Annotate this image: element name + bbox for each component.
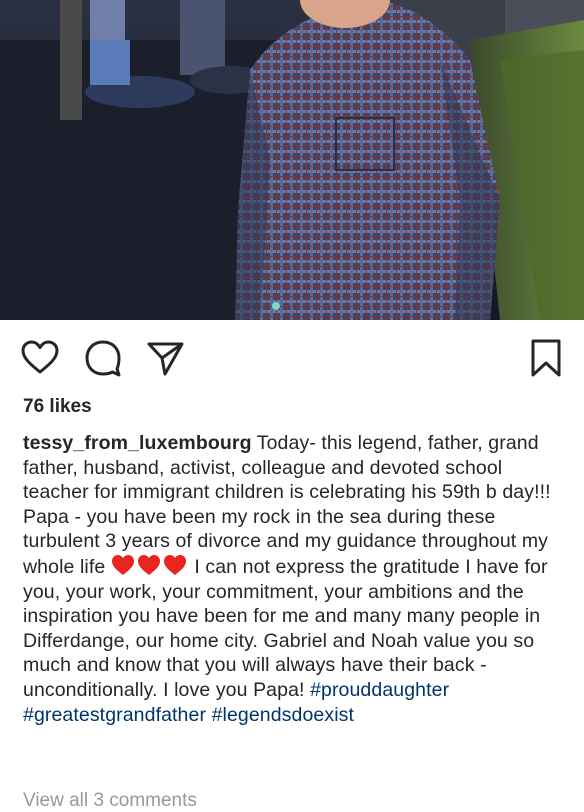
heart-emoji-group — [111, 554, 189, 578]
bookmark-outline-icon[interactable] — [526, 338, 566, 378]
likes-count[interactable]: 76 likes — [23, 396, 92, 418]
red-heart-emoji-icon — [163, 554, 186, 575]
hashtag-link[interactable]: #legendsdoexist — [212, 704, 354, 726]
caption-username[interactable]: tessy_from_luxembourg — [23, 432, 252, 454]
photo-illustration — [0, 0, 584, 320]
paper-plane-icon[interactable] — [145, 338, 185, 378]
post-action-bar — [0, 320, 584, 392]
view-all-comments-link[interactable]: View all 3 comments — [23, 790, 197, 812]
post-photo[interactable] — [0, 0, 584, 320]
red-heart-emoji-icon — [137, 554, 160, 575]
red-heart-emoji-icon — [111, 554, 134, 575]
hashtag-link[interactable]: #greatestgrandfather — [23, 704, 206, 726]
post-caption: tessy_from_luxembourg Today- this legend… — [23, 431, 563, 727]
heart-outline-icon[interactable] — [20, 338, 60, 378]
hashtag-link[interactable]: #prouddaughter — [310, 679, 449, 701]
comment-bubble-icon[interactable] — [83, 338, 123, 378]
